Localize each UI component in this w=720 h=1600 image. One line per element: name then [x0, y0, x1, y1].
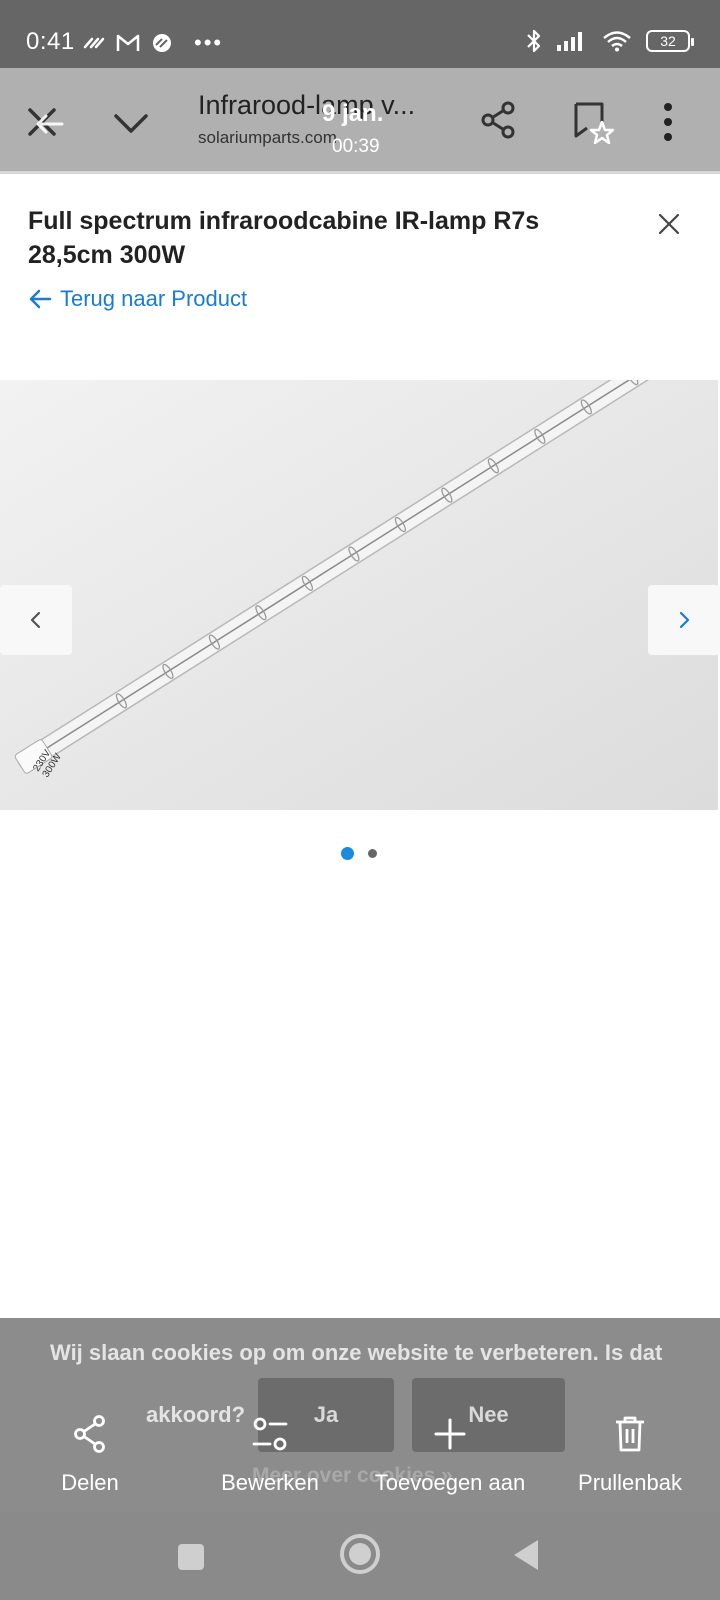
cookie-message: Wij slaan cookies op om onze website te … — [50, 1340, 663, 1365]
pagination-dot-active[interactable] — [341, 847, 354, 860]
battery-icon: 32 — [646, 30, 694, 52]
link-notification-icon — [153, 34, 171, 52]
screenshot-time: 00:39 — [332, 136, 380, 157]
plus-icon — [434, 1418, 466, 1450]
status-bar: 0:41 ••• 32 — [0, 0, 720, 68]
action-trash-label: Prullenbak — [578, 1470, 682, 1495]
status-time: 0:41 — [26, 28, 75, 55]
close-icon[interactable] — [655, 210, 683, 238]
ir-lamp-image: 230V 300W — [0, 380, 718, 810]
close-icon[interactable] — [24, 104, 64, 144]
recents-button[interactable] — [178, 1544, 204, 1570]
bookmark-star-icon[interactable] — [572, 100, 616, 144]
edit-sliders-icon — [252, 1417, 288, 1451]
signal-icon — [557, 32, 582, 51]
gallery-next-button[interactable] — [648, 585, 720, 655]
product-title: Full spectrum infraroodcabine IR-lamp R7… — [28, 207, 540, 269]
wifi-icon — [603, 31, 631, 52]
screenshot-date: 9 jan. — [322, 100, 384, 127]
action-add-to[interactable]: Toevoegen aan — [375, 1414, 525, 1495]
share-icon — [74, 1415, 105, 1453]
home-button[interactable] — [340, 1534, 380, 1574]
trash-icon — [616, 1416, 644, 1452]
product-image[interactable]: 230V 300W — [0, 380, 718, 810]
action-share[interactable]: Delen — [58, 1414, 122, 1495]
custom-tab-toolbar: Infrarood-lamp v... solariumparts.com 9 … — [0, 68, 720, 171]
chevron-down-icon[interactable] — [110, 104, 152, 144]
back-to-product-link[interactable]: Terug naar Product — [28, 286, 247, 312]
back-link-label: Terug naar Product — [60, 286, 248, 311]
chevron-right-icon — [679, 611, 690, 629]
action-edit[interactable]: Bewerken — [221, 1414, 319, 1495]
back-button[interactable] — [514, 1540, 538, 1570]
chevron-left-icon — [30, 611, 41, 629]
system-icons: 32 — [526, 28, 694, 54]
action-edit-label: Bewerken — [221, 1470, 319, 1495]
system-nav-bar — [0, 1512, 720, 1600]
gallery-pagination — [341, 847, 377, 860]
cookie-message-continued: akkoord? — [146, 1402, 246, 1427]
more-dots-icon: ••• — [194, 30, 224, 55]
action-trash[interactable]: Prullenbak — [578, 1414, 682, 1495]
action-share-label: Delen — [61, 1470, 119, 1495]
gmail-icon — [116, 34, 140, 51]
toolbar-divider — [0, 171, 720, 174]
gallery-prev-button[interactable] — [0, 585, 72, 655]
pagination-dot[interactable] — [368, 849, 377, 858]
arrow-left-icon — [29, 289, 52, 309]
notification-icons: ••• — [82, 30, 223, 56]
bluetooth-icon — [527, 29, 541, 53]
link-notification-icon — [83, 37, 105, 49]
more-vert-icon[interactable] — [662, 102, 674, 142]
share-icon[interactable] — [478, 100, 518, 140]
action-add-to-label: Toevoegen aan — [374, 1470, 526, 1495]
page-domain: solariumparts.com — [198, 128, 337, 147]
